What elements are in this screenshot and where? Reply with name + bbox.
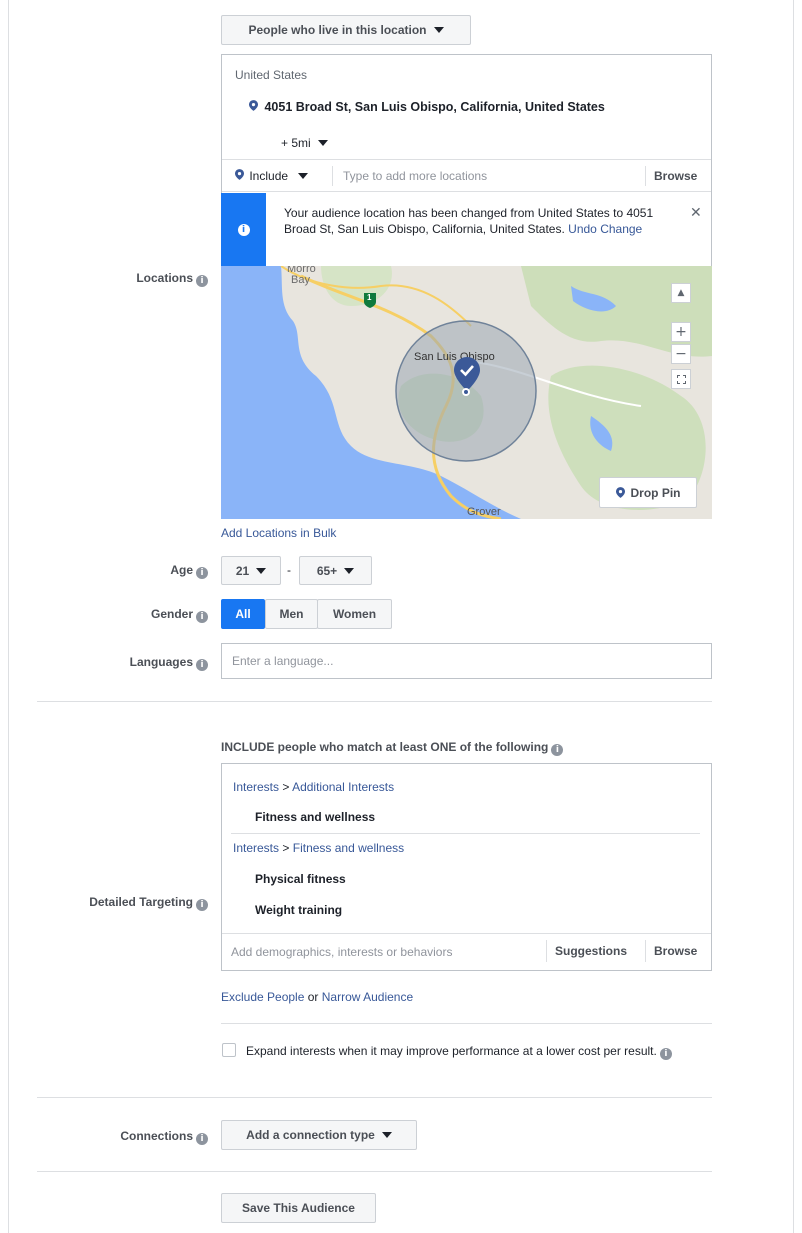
caret-down-icon bbox=[344, 567, 355, 574]
targeting-item[interactable]: Physical fitness bbox=[255, 872, 346, 886]
detailed-targeting-label: Detailed Targeting i bbox=[0, 895, 208, 911]
location-country: United States bbox=[235, 68, 308, 82]
caret-down-icon bbox=[433, 27, 444, 33]
undo-change-link[interactable]: Undo Change bbox=[568, 222, 642, 236]
breadcrumb-category[interactable]: Interests bbox=[233, 780, 279, 794]
zoom-out-button[interactable]: − bbox=[671, 344, 691, 364]
map-marker-icon bbox=[454, 357, 480, 391]
location-type-label: People who live in this location bbox=[248, 23, 427, 37]
map-label-bay: Bay bbox=[291, 274, 310, 286]
targeting-path-1: Interests > Additional Interests bbox=[233, 780, 395, 794]
expand-interests-text: Expand interests when it may improve per… bbox=[246, 1043, 696, 1060]
gender-men-button[interactable]: Men bbox=[265, 599, 318, 629]
selected-address: 4051 Broad St, San Luis Obispo, Californ… bbox=[264, 100, 605, 114]
include-dropdown[interactable]: Include bbox=[235, 169, 309, 183]
exclude-people-link[interactable]: Exclude People bbox=[221, 990, 304, 1004]
suggestions-link[interactable]: Suggestions bbox=[555, 944, 627, 958]
map-center-dot bbox=[462, 388, 470, 396]
section-divider bbox=[37, 1171, 712, 1172]
breadcrumb-category[interactable]: Interests bbox=[233, 841, 279, 855]
detailed-header: INCLUDE people who match at least ONE of… bbox=[221, 740, 564, 756]
narrow-audience-link[interactable]: Narrow Audience bbox=[322, 990, 413, 1004]
include-divider bbox=[332, 166, 333, 186]
location-map[interactable]: Morro Bay 1 San Luis Obispo Grover ▲ + −… bbox=[221, 266, 712, 519]
info-icon: i bbox=[196, 1133, 208, 1145]
notice-bar: i bbox=[221, 193, 266, 266]
caret-down-icon bbox=[381, 1132, 392, 1138]
age-label: Age i bbox=[0, 563, 208, 579]
info-icon: i bbox=[196, 275, 208, 287]
map-label-grover: Grover bbox=[467, 506, 501, 518]
breadcrumb-subcategory[interactable]: Additional Interests bbox=[292, 780, 394, 794]
radius-dropdown[interactable]: + 5mi bbox=[281, 136, 328, 150]
targeting-browse-link[interactable]: Browse bbox=[654, 944, 697, 958]
recenter-button[interactable] bbox=[671, 369, 691, 389]
drop-pin-button[interactable]: Drop Pin bbox=[599, 477, 697, 508]
highway-number: 1 bbox=[367, 293, 372, 302]
targeting-path-2: Interests > Fitness and wellness bbox=[233, 841, 405, 855]
languages-label: Languages i bbox=[0, 655, 208, 671]
suggestions-divider bbox=[546, 940, 547, 962]
add-locations-bulk-link[interactable]: Add Locations in Bulk bbox=[221, 526, 336, 540]
info-circle-icon: i bbox=[237, 223, 250, 236]
connection-type-dropdown[interactable]: Add a connection type bbox=[221, 1120, 417, 1150]
section-divider bbox=[37, 701, 712, 702]
locations-label: Locations i bbox=[0, 271, 208, 287]
expand-interests-checkbox[interactable] bbox=[222, 1043, 236, 1057]
location-browse-link[interactable]: Browse bbox=[654, 169, 697, 183]
age-separator: - bbox=[287, 563, 291, 577]
info-icon: i bbox=[196, 659, 208, 671]
location-pin-icon bbox=[249, 100, 258, 111]
info-icon: i bbox=[196, 899, 208, 911]
caret-down-icon bbox=[317, 140, 328, 146]
breadcrumb-subcategory[interactable]: Fitness and wellness bbox=[293, 841, 404, 855]
location-pin-icon bbox=[235, 169, 244, 180]
section-divider bbox=[37, 1097, 712, 1098]
info-icon: i bbox=[196, 567, 208, 579]
gender-label: Gender i bbox=[0, 607, 208, 623]
location-search-input[interactable]: Type to add more locations bbox=[343, 169, 633, 183]
targeting-group-divider bbox=[231, 833, 700, 834]
info-icon: i bbox=[659, 1048, 672, 1060]
expand-divider bbox=[221, 1023, 712, 1024]
location-pin-icon bbox=[615, 487, 625, 498]
info-icon: i bbox=[196, 611, 208, 623]
close-icon[interactable]: ✕ bbox=[690, 205, 702, 221]
location-type-dropdown[interactable]: People who live in this location bbox=[221, 15, 471, 45]
exclude-narrow-row: Exclude People or Narrow Audience bbox=[221, 990, 414, 1004]
language-input[interactable]: Enter a language... bbox=[221, 643, 712, 679]
map-collapse-button[interactable]: ▲ bbox=[671, 283, 691, 303]
gender-all-button[interactable]: All bbox=[221, 599, 265, 629]
connections-label: Connections i bbox=[0, 1129, 208, 1145]
recenter-icon bbox=[676, 374, 686, 384]
notice-text: Your audience location has been changed … bbox=[284, 206, 654, 236]
zoom-in-button[interactable]: + bbox=[671, 322, 691, 342]
age-min-dropdown[interactable]: 21 bbox=[221, 556, 281, 585]
selected-location[interactable]: 4051 Broad St, San Luis Obispo, Californ… bbox=[249, 100, 605, 114]
caret-down-icon bbox=[256, 567, 267, 574]
browse-divider bbox=[645, 940, 646, 962]
targeting-search-input[interactable]: Add demographics, interests or behaviors bbox=[231, 945, 452, 959]
info-icon: i bbox=[551, 744, 564, 756]
caret-down-icon bbox=[298, 173, 309, 179]
age-max-dropdown[interactable]: 65+ bbox=[299, 556, 372, 585]
targeting-item[interactable]: Weight training bbox=[255, 903, 342, 917]
save-audience-button[interactable]: Save This Audience bbox=[221, 1193, 376, 1223]
gender-women-button[interactable]: Women bbox=[317, 599, 392, 629]
targeting-item[interactable]: Fitness and wellness bbox=[255, 810, 375, 824]
browse-divider bbox=[645, 166, 646, 186]
